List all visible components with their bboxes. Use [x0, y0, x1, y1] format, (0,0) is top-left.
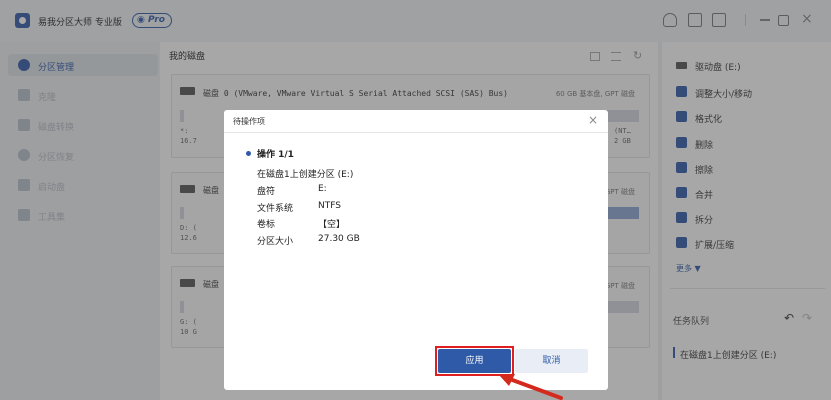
file-system-value: NTFS	[318, 201, 341, 211]
partition-size-value: 27.30 GB	[318, 234, 360, 244]
bullet-icon	[246, 151, 251, 156]
drive-letter-value: E:	[318, 184, 327, 194]
volume-label-value: 【空】	[318, 220, 346, 230]
red-arrow-icon	[499, 374, 563, 400]
volume-label-key: 卷标	[257, 220, 276, 230]
partition-size-key: 分区大小	[257, 237, 294, 247]
operation-heading: 操作 1/1	[257, 150, 294, 160]
apply-button[interactable]: 应用	[438, 349, 511, 373]
close-icon[interactable]: ×	[588, 113, 598, 127]
drive-letter-key: 盘符	[257, 187, 276, 197]
operation-description: 在磁盘1上创建分区 (E:)	[257, 170, 354, 180]
dialog-divider	[224, 132, 608, 133]
pending-operations-dialog: 待操作项 × 操作 1/1 在磁盘1上创建分区 (E:) 盘符 E: 文件系统 …	[224, 110, 608, 390]
file-system-key: 文件系统	[257, 204, 294, 214]
cancel-button[interactable]: 取消	[515, 349, 588, 373]
arrow-shaft	[505, 376, 563, 400]
dialog-title: 待操作项	[233, 117, 265, 126]
